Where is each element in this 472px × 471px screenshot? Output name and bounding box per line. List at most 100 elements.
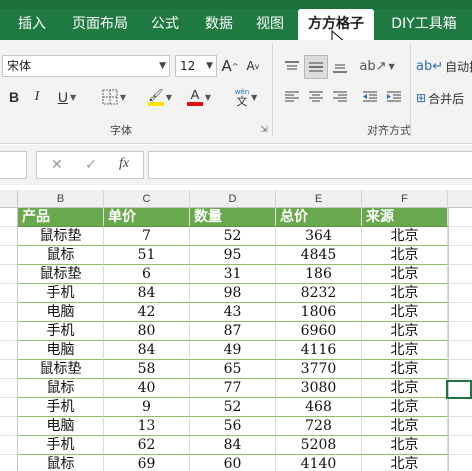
cell-source[interactable]: 北京 xyxy=(362,265,448,284)
italic-button[interactable]: I xyxy=(28,86,46,108)
cell-source[interactable]: 北京 xyxy=(362,246,448,265)
borders-button[interactable]: ▼ xyxy=(94,86,134,108)
cell-total[interactable]: 728 xyxy=(276,417,362,436)
row-header[interactable] xyxy=(0,417,18,436)
cell-unit-price[interactable]: 51 xyxy=(104,246,190,265)
cell-product[interactable]: 鼠标 xyxy=(18,379,104,398)
header-cell-total[interactable]: 总价 xyxy=(276,208,362,227)
tab-view[interactable]: 视图 xyxy=(248,9,292,40)
cell-source[interactable]: 北京 xyxy=(362,284,448,303)
cell-total[interactable]: 4116 xyxy=(276,341,362,360)
cell-quantity[interactable]: 60 xyxy=(190,455,276,471)
cell-quantity[interactable]: 43 xyxy=(190,303,276,322)
align-middle-button[interactable] xyxy=(304,55,328,79)
wrap-text-button[interactable]: ab↵ 自动换 xyxy=(416,54,472,78)
cell-total[interactable]: 468 xyxy=(276,398,362,417)
cell-empty[interactable] xyxy=(448,265,472,284)
align-bottom-button[interactable] xyxy=(329,56,351,78)
row-header[interactable] xyxy=(0,455,18,471)
tab-diy-toolbox[interactable]: DIY工具箱 xyxy=(382,9,466,40)
cell-empty[interactable] xyxy=(448,303,472,322)
cell-total[interactable]: 5208 xyxy=(276,436,362,455)
row-header[interactable] xyxy=(0,341,18,360)
row-header[interactable] xyxy=(0,246,18,265)
cell-source[interactable]: 北京 xyxy=(362,398,448,417)
cell-unit-price[interactable]: 80 xyxy=(104,322,190,341)
cell-total[interactable]: 4140 xyxy=(276,455,362,471)
row-header[interactable] xyxy=(0,227,18,246)
row-header[interactable] xyxy=(0,398,18,417)
column-header-f[interactable]: F xyxy=(362,190,448,208)
cell-product[interactable]: 鼠标 xyxy=(18,455,104,471)
increase-indent-button[interactable] xyxy=(384,86,404,108)
column-header-d[interactable]: D xyxy=(190,190,276,208)
tab-formulas[interactable]: 公式 xyxy=(142,9,188,40)
row-header[interactable] xyxy=(0,360,18,379)
insert-function-icon[interactable]: fx xyxy=(119,156,129,172)
cell-quantity[interactable]: 98 xyxy=(190,284,276,303)
cell-empty[interactable] xyxy=(448,455,472,471)
tab-data[interactable]: 数据 xyxy=(196,9,242,40)
row-header[interactable] xyxy=(0,303,18,322)
column-header-g[interactable] xyxy=(448,190,472,208)
font-name-select[interactable]: 宋体 ▼ xyxy=(2,55,170,77)
cell-product[interactable]: 鼠标 xyxy=(18,246,104,265)
cell-empty[interactable] xyxy=(448,417,472,436)
cell-empty[interactable] xyxy=(448,246,472,265)
orientation-button[interactable]: ab↗ ▼ xyxy=(359,54,394,78)
grow-font-button[interactable]: A ^ xyxy=(220,55,240,77)
cell-source[interactable]: 北京 xyxy=(362,360,448,379)
cell-empty[interactable] xyxy=(448,284,472,303)
cell-unit-price[interactable]: 6 xyxy=(104,265,190,284)
cell-empty[interactable] xyxy=(448,398,472,417)
active-cell-cursor[interactable] xyxy=(446,380,472,399)
cell-quantity[interactable]: 65 xyxy=(190,360,276,379)
header-cell-unit-price[interactable]: 单价 xyxy=(104,208,190,227)
dialog-launcher-icon[interactable]: ⇲ xyxy=(258,124,270,136)
cell-total[interactable]: 4845 xyxy=(276,246,362,265)
cell-unit-price[interactable]: 7 xyxy=(104,227,190,246)
cell-product[interactable]: 手机 xyxy=(18,322,104,341)
cell-total[interactable]: 8232 xyxy=(276,284,362,303)
align-center-button[interactable] xyxy=(305,86,327,108)
font-size-select[interactable]: 12 ▼ xyxy=(175,55,217,77)
phonetic-button[interactable]: wén 文 ▼ xyxy=(228,84,264,110)
cell-source[interactable]: 北京 xyxy=(362,379,448,398)
align-left-button[interactable] xyxy=(281,86,303,108)
fill-color-button[interactable]: 🖌 ▼ xyxy=(142,86,178,108)
header-cell-quantity[interactable]: 数量 xyxy=(190,208,276,227)
underline-button[interactable]: U ▼ xyxy=(50,86,84,108)
align-right-button[interactable] xyxy=(329,86,351,108)
cell-source[interactable]: 北京 xyxy=(362,436,448,455)
tab-insert[interactable]: 插入 xyxy=(8,9,56,40)
select-all-corner[interactable] xyxy=(0,190,18,208)
cell-source[interactable]: 北京 xyxy=(362,455,448,471)
cell-product[interactable]: 鼠标垫 xyxy=(18,360,104,379)
cell-product[interactable]: 电脑 xyxy=(18,417,104,436)
header-cell-source[interactable]: 来源 xyxy=(362,208,448,227)
enter-icon[interactable]: ✓ xyxy=(85,157,97,173)
cell-quantity[interactable]: 52 xyxy=(190,227,276,246)
row-header[interactable] xyxy=(0,322,18,341)
cell-unit-price[interactable]: 84 xyxy=(104,341,190,360)
name-box[interactable] xyxy=(0,151,27,179)
row-header[interactable] xyxy=(0,265,18,284)
cell-source[interactable]: 北京 xyxy=(362,227,448,246)
cell-quantity[interactable]: 77 xyxy=(190,379,276,398)
row-header[interactable] xyxy=(0,379,18,398)
cancel-icon[interactable]: ✕ xyxy=(51,157,63,173)
column-header-e[interactable]: E xyxy=(276,190,362,208)
cell-empty[interactable] xyxy=(448,208,472,227)
cell-quantity[interactable]: 87 xyxy=(190,322,276,341)
cell-total[interactable]: 186 xyxy=(276,265,362,284)
column-header-b[interactable]: B xyxy=(18,190,104,208)
cell-product[interactable]: 电脑 xyxy=(18,341,104,360)
cell-empty[interactable] xyxy=(448,436,472,455)
cell-quantity[interactable]: 49 xyxy=(190,341,276,360)
formula-input[interactable] xyxy=(148,151,472,179)
cell-total[interactable]: 1806 xyxy=(276,303,362,322)
cell-unit-price[interactable]: 58 xyxy=(104,360,190,379)
row-header[interactable] xyxy=(0,208,18,227)
cell-unit-price[interactable]: 69 xyxy=(104,455,190,471)
cell-unit-price[interactable]: 13 xyxy=(104,417,190,436)
